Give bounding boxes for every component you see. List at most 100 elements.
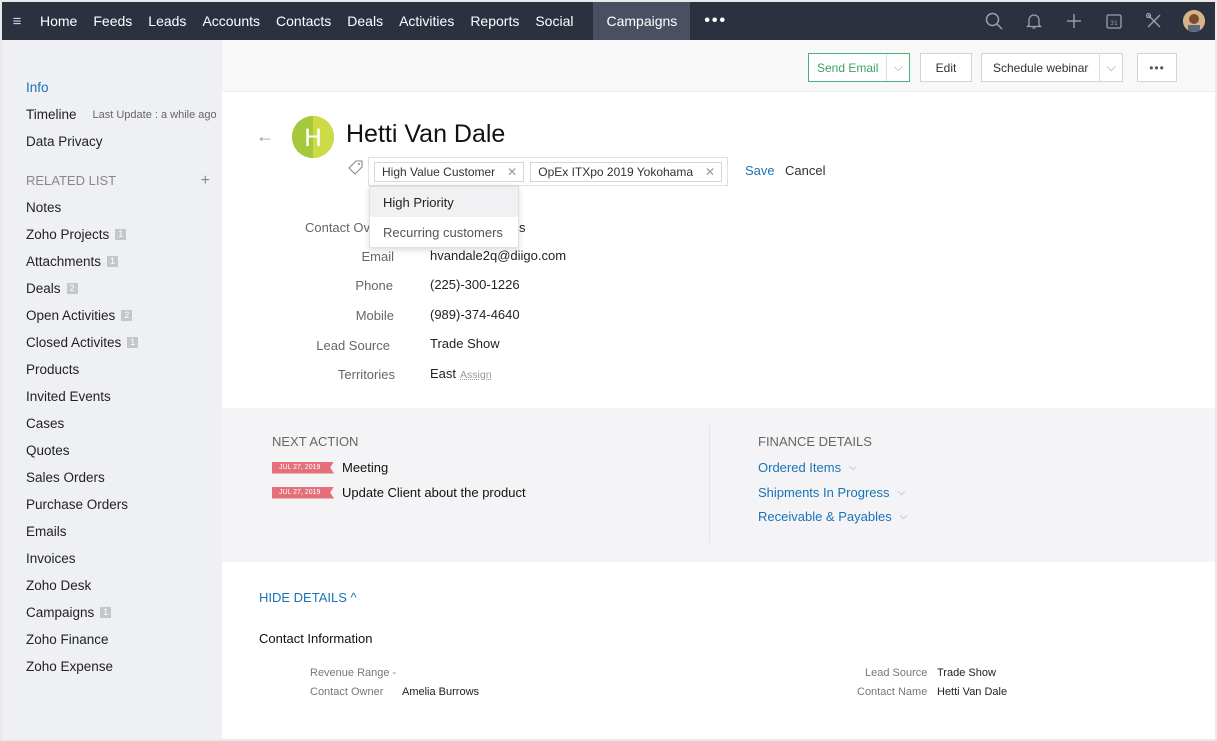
lead-source-value: Trade Show — [430, 336, 500, 351]
sidebar-related-item[interactable]: Quotes — [2, 437, 222, 464]
sidebar-item-label: Deals — [26, 281, 61, 296]
menu-icon[interactable]: ≡ — [2, 13, 32, 30]
sidebar-related-item[interactable]: Zoho Expense — [2, 653, 222, 680]
nav-tab-feeds[interactable]: Feeds — [85, 2, 140, 40]
close-icon[interactable]: ✕ — [705, 165, 715, 179]
count-badge: 2 — [66, 283, 78, 294]
send-email-button[interactable]: Send Email ⌵ — [808, 53, 910, 82]
search-icon[interactable] — [983, 10, 1005, 32]
schedule-webinar-button[interactable]: Schedule webinar ⌵ — [981, 53, 1123, 82]
tag-suggestion-item[interactable]: High Priority — [370, 187, 518, 217]
plus-icon[interactable] — [1063, 10, 1085, 32]
contact-owner-detail-value: Amelia Burrows — [402, 686, 480, 698]
sidebar-related-item[interactable]: Open Activities 2 — [2, 302, 222, 329]
close-icon[interactable]: ✕ — [507, 165, 517, 179]
tag-chip[interactable]: High Value Customer ✕ — [374, 161, 525, 182]
back-arrow-icon[interactable]: ← — [256, 126, 274, 147]
sidebar-item-label: Invited Events — [26, 389, 111, 404]
tools-icon[interactable] — [1143, 10, 1165, 32]
sidebar-related-item[interactable]: Products — [2, 356, 222, 383]
action-bar: Send Email ⌵ Edit Schedule webinar ⌵ ••• — [222, 40, 1215, 92]
lead-source-detail-value: Trade Show — [937, 667, 996, 679]
email-value[interactable]: hvandale2q@diigo.com — [430, 248, 566, 263]
avatar-letter: H — [304, 124, 322, 152]
sidebar-item-label: Sales Orders — [26, 470, 105, 485]
lead-source-label: Lead Source — [316, 338, 390, 353]
sidebar-item-label: Products — [26, 362, 80, 377]
territories-value-row: East Assign — [430, 366, 492, 381]
sidebar-related-item[interactable]: Notes — [2, 194, 222, 221]
mobile-label: Mobile — [355, 308, 394, 323]
sidebar-related-item[interactable]: Cases — [2, 410, 222, 437]
more-actions-button[interactable]: ••• — [1137, 53, 1177, 82]
ordered-items-link[interactable]: Ordered Items ⌵ — [758, 460, 857, 475]
sidebar-item-info[interactable]: Info — [2, 74, 222, 101]
chevron-down-icon: ⌵ — [849, 462, 857, 473]
tag-chip[interactable]: OpEx ITXpo 2019 Yokohama ✕ — [530, 161, 723, 182]
svg-text:31: 31 — [1110, 20, 1118, 27]
shipments-link[interactable]: Shipments In Progress ⌵ — [758, 485, 905, 500]
chevron-down-icon[interactable]: ⌵ — [1100, 60, 1122, 75]
revenue-range-label: Revenue Range - — [310, 667, 397, 679]
contact-avatar: H — [292, 116, 334, 158]
sidebar-related-item[interactable]: Zoho Finance — [2, 626, 222, 653]
assign-link[interactable]: Assign — [460, 369, 492, 381]
sidebar-item-label: Closed Activites — [26, 335, 122, 350]
sidebar-item-label: Cases — [26, 416, 65, 431]
phone-label: Phone — [355, 278, 393, 293]
app-frame: ≡ Home Feeds Leads Accounts Contacts Dea… — [2, 2, 1215, 739]
edit-button[interactable]: Edit — [920, 53, 972, 82]
phone-value[interactable]: (225)-300-1226 — [430, 277, 520, 292]
sidebar-related-item[interactable]: Sales Orders — [2, 464, 222, 491]
next-action-text: Meeting — [342, 460, 389, 475]
nav-tab-deals[interactable]: Deals — [339, 2, 391, 40]
next-action-item[interactable]: JUL 27, 2019 Update Client about the pro… — [272, 485, 526, 500]
sidebar-related-item[interactable]: Zoho Projects 1 — [2, 221, 222, 248]
next-action-item[interactable]: JUL 27, 2019 Meeting — [272, 460, 388, 475]
user-avatar[interactable] — [1183, 10, 1205, 32]
finance-link-label: Shipments In Progress — [758, 485, 890, 500]
sidebar-related-item[interactable]: Invoices — [2, 545, 222, 572]
nav-tab-home[interactable]: Home — [32, 2, 85, 40]
tag-chip-label: High Value Customer — [382, 164, 496, 179]
tag-suggestion-item[interactable]: Recurring customers — [370, 217, 518, 247]
sidebar-item-label: Attachments — [26, 254, 102, 269]
sidebar-item-label: Open Activities — [26, 308, 116, 323]
nav-tab-accounts[interactable]: Accounts — [194, 2, 268, 40]
sidebar-item-timeline[interactable]: Timeline Last Update : a while ago — [2, 101, 222, 128]
bell-icon[interactable] — [1023, 10, 1045, 32]
sidebar-related-item[interactable]: Invited Events — [2, 383, 222, 410]
nav-tab-leads[interactable]: Leads — [140, 2, 194, 40]
chevron-down-icon[interactable]: ⌵ — [887, 60, 909, 75]
tag-cancel-link[interactable]: Cancel — [785, 163, 825, 178]
hide-details-toggle[interactable]: HIDE DETAILS ^ — [259, 590, 357, 605]
mobile-value[interactable]: (989)-374-4640 — [430, 307, 520, 322]
sidebar: Info Timeline Last Update : a while ago … — [2, 40, 222, 739]
sidebar-related-item[interactable]: Campaigns 1 — [2, 599, 222, 626]
sidebar-item-label: Purchase Orders — [26, 497, 129, 512]
sidebar-related-item[interactable]: Attachments 1 — [2, 248, 222, 275]
nav-tab-campaigns[interactable]: Campaigns — [593, 2, 691, 40]
nav-tab-social[interactable]: Social — [527, 2, 581, 40]
tag-save-link[interactable]: Save — [745, 163, 775, 178]
nav-tab-contacts[interactable]: Contacts — [268, 2, 339, 40]
sidebar-item-label: Quotes — [26, 443, 70, 458]
sidebar-related-item[interactable]: Purchase Orders — [2, 491, 222, 518]
sidebar-related-item[interactable]: Closed Activites 1 — [2, 329, 222, 356]
contact-name-detail-label: Contact Name — [857, 686, 928, 698]
sidebar-related-item[interactable]: Deals 2 — [2, 275, 222, 302]
contact-owner-label: Contact Ov — [304, 220, 370, 235]
sidebar-related-item[interactable]: Zoho Desk — [2, 572, 222, 599]
receivables-link[interactable]: Receivable & Payables ⌵ — [758, 509, 907, 524]
nav-tab-reports[interactable]: Reports — [462, 2, 527, 40]
sidebar-item-data-privacy[interactable]: Data Privacy — [2, 128, 222, 155]
nav-more-button[interactable]: ••• — [704, 12, 727, 30]
calendar-icon[interactable]: 31 — [1103, 10, 1125, 32]
tag-input[interactable]: High Value Customer ✕ OpEx ITXpo 2019 Yo… — [368, 157, 728, 186]
sidebar-related-item[interactable]: Emails — [2, 518, 222, 545]
sidebar-item-label: Campaigns — [26, 605, 95, 620]
add-related-icon[interactable]: + — [201, 172, 210, 190]
territories-value: East — [430, 366, 457, 381]
send-email-label: Send Email — [809, 54, 888, 81]
nav-tab-activities[interactable]: Activities — [391, 2, 462, 40]
